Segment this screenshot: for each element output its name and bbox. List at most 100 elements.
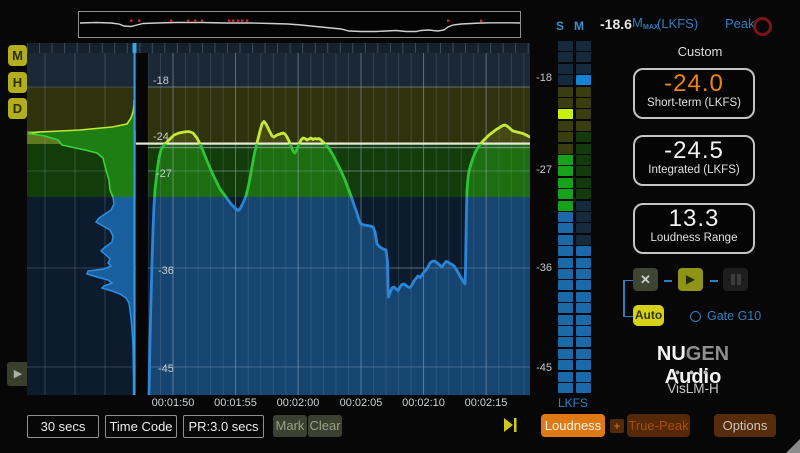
- meter-segment-s: [558, 87, 573, 97]
- meter-segment-m: [576, 292, 591, 302]
- gate-radio[interactable]: [690, 311, 701, 322]
- time-axis-label: 00:02:00: [268, 397, 328, 409]
- preset-name[interactable]: Custom: [655, 44, 745, 59]
- true-peak-mode-button[interactable]: True-Peak: [627, 414, 690, 437]
- mark-button[interactable]: Mark: [273, 415, 307, 437]
- meter-unit-label: LKFS: [551, 396, 595, 410]
- meter-segment-m: [576, 372, 591, 382]
- meter-segment-s: [558, 315, 573, 325]
- resize-handle[interactable]: [786, 439, 800, 453]
- product-name: VisLM-H: [633, 381, 753, 396]
- time-axis-label: 00:02:10: [394, 397, 454, 409]
- overview-peak-marker: [447, 20, 449, 22]
- overview-peak-marker: [130, 20, 132, 22]
- meter-segment-s: [558, 109, 573, 119]
- meter-segment-m: [576, 121, 591, 131]
- loudness-range-label: Loudness Range: [635, 232, 753, 244]
- meter-segment-m: [576, 189, 591, 199]
- meter-segment-m: [576, 212, 591, 222]
- overview-peak-marker: [232, 20, 234, 22]
- meter-segment-m: [576, 315, 591, 325]
- meter-scale-label: -18: [528, 72, 552, 84]
- meter-segment-s: [558, 132, 573, 142]
- link-modes-button[interactable]: +: [610, 419, 624, 433]
- mmax-units: (LKFS): [657, 16, 698, 31]
- overview-peak-marker: [201, 20, 203, 22]
- window-length-select[interactable]: 30 secs: [27, 415, 99, 438]
- loudness-mode-button[interactable]: Loudness: [541, 414, 605, 437]
- overview-peak-marker: [228, 20, 230, 22]
- meter-segment-s: [558, 155, 573, 165]
- meter-segment-s: [558, 326, 573, 336]
- transport-connector-dash-1: [664, 280, 672, 282]
- meter-segment-m: [576, 303, 591, 313]
- meter-col-m-label[interactable]: M: [574, 19, 584, 33]
- play-button[interactable]: ▶: [678, 268, 703, 291]
- play-icon: ▶: [686, 272, 695, 286]
- meter-segment-s: [558, 360, 573, 370]
- meter-segment-s: [558, 212, 573, 222]
- overview-peak-marker: [241, 20, 243, 22]
- mmax-label[interactable]: M: [632, 15, 643, 30]
- meter-segment-m: [576, 246, 591, 256]
- meter-segment-s: [558, 383, 573, 393]
- time-axis-label: 00:02:15: [456, 397, 516, 409]
- meter-segment-m: [576, 235, 591, 245]
- overview-peak-marker: [194, 20, 196, 22]
- practical-range-select[interactable]: PR:3.0 secs: [183, 415, 264, 438]
- loudness-history-graph[interactable]: -18-24-27-36-45: [27, 43, 530, 395]
- clear-button[interactable]: Clear: [308, 415, 342, 437]
- meter-segment-s: [558, 98, 573, 108]
- transport-connector-dash-2: [710, 280, 718, 282]
- overview-peak-marker: [237, 20, 239, 22]
- meter-segment-m: [576, 280, 591, 290]
- meter-segment-s: [558, 223, 573, 233]
- peak-indicator-lamp[interactable]: [753, 17, 772, 36]
- meter-segment-s: [558, 372, 573, 382]
- vislm-plugin-window: M H D ▶ -18-24-27-36-45 00:01:5000:01:55…: [0, 0, 800, 453]
- pause-icon: [737, 274, 741, 285]
- options-button[interactable]: Options: [714, 414, 776, 437]
- loudness-range-readout[interactable]: 13.3 Loudness Range: [633, 203, 755, 254]
- meter-segment-m: [576, 383, 591, 393]
- tab-distribution[interactable]: D: [8, 98, 27, 119]
- meter-segment-s: [558, 235, 573, 245]
- meter-segment-s: [558, 280, 573, 290]
- integrated-readout[interactable]: -24.5 Integrated (LKFS): [633, 135, 755, 186]
- auto-button[interactable]: Auto: [633, 305, 664, 326]
- meter-segment-s: [558, 201, 573, 211]
- time-axis-label: 00:01:55: [206, 397, 266, 409]
- meter-col-s-label[interactable]: S: [556, 19, 564, 33]
- meter-segment-m: [576, 144, 591, 154]
- meter-segment-s: [558, 178, 573, 188]
- pause-button[interactable]: [723, 268, 748, 291]
- tab-history[interactable]: H: [8, 72, 27, 93]
- scroll-follow-button[interactable]: ▶: [7, 362, 29, 386]
- meter-scale-label: -36: [528, 262, 552, 274]
- meter-segment-m: [576, 87, 591, 97]
- time-mode-select[interactable]: Time Code: [105, 415, 177, 438]
- skip-to-end-icon[interactable]: [503, 417, 518, 433]
- meter-segment-s: [558, 75, 573, 85]
- meter-segment-m: [576, 41, 591, 51]
- program-overview-strip[interactable]: [78, 11, 521, 38]
- meter-segment-m: [576, 360, 591, 370]
- meter-segment-m: [576, 166, 591, 176]
- integrated-label: Integrated (LKFS): [635, 164, 753, 176]
- time-axis-label: 00:02:05: [331, 397, 391, 409]
- meter-segment-s: [558, 303, 573, 313]
- mmax-value: -18.6: [600, 16, 632, 32]
- meter-segment-m: [576, 64, 591, 74]
- meter-segment-m: [576, 337, 591, 347]
- meter-segment-m: [576, 258, 591, 268]
- logo-dots: ● ● ●: [633, 367, 753, 377]
- reset-button[interactable]: ✕: [633, 268, 658, 291]
- meter-segment-m: [576, 269, 591, 279]
- tab-momentary[interactable]: M: [8, 45, 27, 66]
- short-term-label: Short-term (LKFS): [635, 97, 753, 109]
- overview-peak-marker: [246, 20, 248, 22]
- meter-segment-m: [576, 132, 591, 142]
- meter-segment-m: [576, 109, 591, 119]
- short-term-readout[interactable]: -24.0 Short-term (LKFS): [633, 68, 755, 119]
- meter-segment-m: [576, 52, 591, 62]
